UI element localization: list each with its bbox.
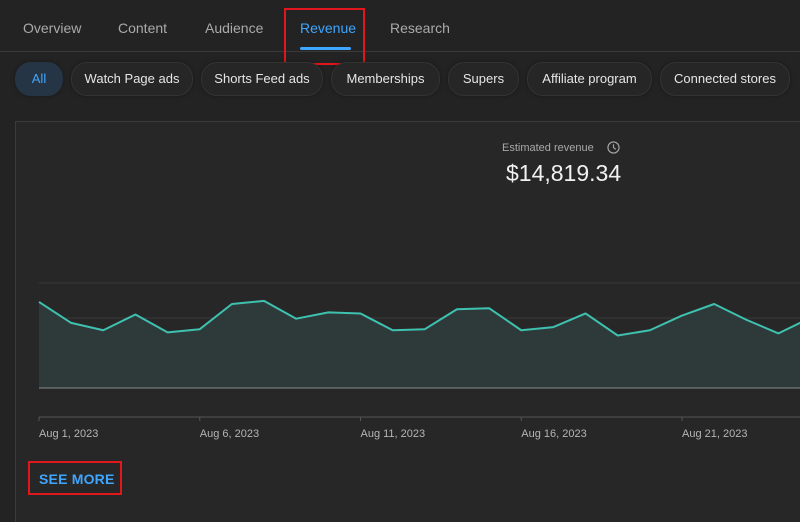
- x-tick-label: Aug 16, 2023: [521, 428, 586, 440]
- x-tick-label: Aug 21, 2023: [682, 428, 747, 440]
- x-tick-label: Aug 1, 2023: [39, 428, 98, 440]
- see-more-button[interactable]: SEE MORE: [39, 471, 115, 487]
- x-tick-label: Aug 6, 2023: [200, 428, 259, 440]
- revenue-chart: Aug 1, 2023 Aug 6, 2023 Aug 11, 2023 Aug 16…: [0, 0, 800, 500]
- x-tick-label: Aug 11, 2023: [361, 428, 426, 440]
